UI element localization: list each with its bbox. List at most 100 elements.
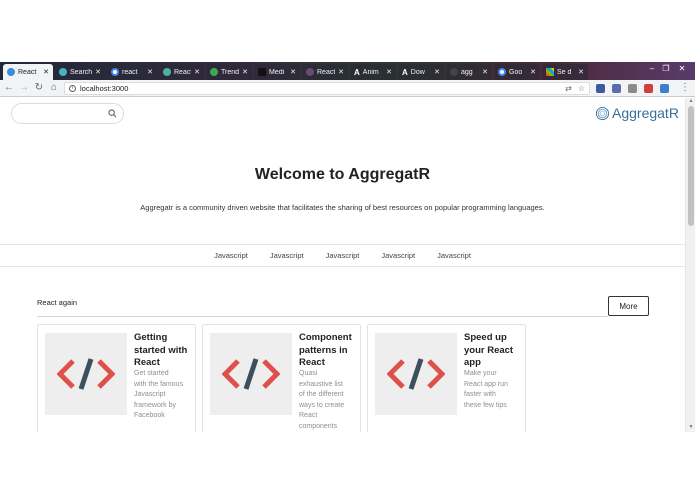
page-subtitle: Aggregatr is a community driven website … xyxy=(140,203,545,212)
tab-2[interactable]: react ✕ xyxy=(107,64,157,80)
logo-text: AggregatR xyxy=(612,105,679,121)
card-title[interactable]: Getting started with React xyxy=(134,332,196,370)
topic-link[interactable]: Javascript xyxy=(214,251,248,260)
translate-icon[interactable]: ⇄ xyxy=(565,84,572,93)
google-icon xyxy=(498,68,506,76)
extension-icon[interactable] xyxy=(660,84,669,93)
card-thumbnail xyxy=(210,333,292,415)
topic-link[interactable]: Javascript xyxy=(437,251,471,260)
section-divider xyxy=(37,316,608,317)
info-icon[interactable]: i xyxy=(69,85,76,92)
tab-label: React xyxy=(18,68,37,76)
reload-icon[interactable]: ↻ xyxy=(33,82,45,93)
tab-3[interactable]: React ✕ xyxy=(159,64,204,80)
scrollbar-thumb[interactable] xyxy=(688,106,694,226)
address-bar[interactable]: i localhost:3000 ⇄ ☆ xyxy=(64,82,590,95)
tab-7[interactable]: A Anim ✕ xyxy=(350,64,396,80)
tab-label: agg xyxy=(461,68,473,76)
topic-link[interactable]: Javascript xyxy=(381,251,415,260)
resource-card[interactable]: Speed up your React app Make your React … xyxy=(367,324,526,432)
close-icon[interactable]: ✕ xyxy=(338,68,344,76)
browser-toolbar: ← → ↻ ⌂ i localhost:3000 ⇄ ☆ ⋮ xyxy=(0,80,695,97)
maximize-icon[interactable]: ❐ xyxy=(659,64,673,73)
tab-0[interactable]: React ✕ xyxy=(3,64,53,80)
search-input[interactable] xyxy=(20,105,110,124)
topic-nav: Javascript Javascript Javascript Javascr… xyxy=(0,244,685,267)
card-description: Quasi exhaustive list of the different w… xyxy=(299,370,345,430)
a-icon: A xyxy=(402,68,408,77)
google-icon xyxy=(111,68,119,76)
url-text: localhost:3000 xyxy=(80,84,129,93)
logo-rings-icon xyxy=(595,106,610,120)
close-icon[interactable]: ✕ xyxy=(530,68,536,76)
search-tab-icon xyxy=(59,68,67,76)
tab-5[interactable]: Medi ✕ xyxy=(254,64,300,80)
close-icon[interactable]: ✕ xyxy=(482,68,488,76)
tab-9[interactable]: agg ✕ xyxy=(446,64,492,80)
windows-icon xyxy=(546,68,554,76)
react-icon xyxy=(306,68,314,76)
agg-icon xyxy=(450,68,458,76)
tab-label: Medi xyxy=(269,68,285,76)
tab-label: Search xyxy=(70,68,93,76)
more-button[interactable]: More xyxy=(608,296,649,316)
tab-6[interactable]: React ✕ xyxy=(302,64,348,80)
close-icon[interactable]: ✕ xyxy=(147,68,153,76)
site-logo[interactable]: AggregatR xyxy=(595,105,679,121)
bookmark-star-icon[interactable]: ☆ xyxy=(578,84,585,93)
close-window-icon[interactable]: ✕ xyxy=(675,64,689,73)
page-viewport: AggregatR Welcome to AggregatR Aggregatr… xyxy=(0,98,685,432)
search-icon[interactable] xyxy=(108,109,117,118)
tab-8[interactable]: A Dow ✕ xyxy=(398,64,444,80)
card-description: Get started with the famous Javascript f… xyxy=(134,370,184,419)
close-icon[interactable]: ✕ xyxy=(43,68,49,76)
tab-1[interactable]: Search ✕ xyxy=(55,64,105,80)
browser-window: React ✕ Search ✕ react ✕ React ✕ Trend ✕… xyxy=(0,62,695,432)
close-icon[interactable]: ✕ xyxy=(194,68,200,76)
trend-icon xyxy=(210,68,218,76)
extension-icon[interactable] xyxy=(596,84,605,93)
card-thumbnail xyxy=(45,333,127,415)
tab-11[interactable]: Se d ✕ xyxy=(542,64,588,80)
tab-label: React xyxy=(174,68,192,76)
card-title[interactable]: Component patterns in React xyxy=(299,332,361,370)
tab-label: Anim xyxy=(362,68,379,76)
a-icon: A xyxy=(354,68,360,77)
page-title: Welcome to AggregatR xyxy=(254,166,431,183)
page-scrollbar[interactable]: ▲ ▼ xyxy=(685,98,695,432)
card-thumbnail xyxy=(375,333,457,415)
topic-link[interactable]: Javascript xyxy=(326,251,360,260)
tab-4[interactable]: Trend ✕ xyxy=(206,64,252,80)
close-icon[interactable]: ✕ xyxy=(290,68,296,76)
close-icon[interactable]: ✕ xyxy=(95,68,101,76)
code-brackets-icon xyxy=(387,358,445,390)
minimize-icon[interactable]: – xyxy=(645,64,659,73)
tab-strip: React ✕ Search ✕ react ✕ React ✕ Trend ✕… xyxy=(0,62,695,80)
forward-icon[interactable]: → xyxy=(18,82,30,93)
card-description: Make your React app run faster with thes… xyxy=(464,370,508,409)
extension-icon[interactable] xyxy=(628,84,637,93)
code-brackets-icon xyxy=(222,358,280,390)
card-title[interactable]: Speed up your React app xyxy=(464,332,526,370)
close-icon[interactable]: ✕ xyxy=(242,68,248,76)
tab-label: Goo xyxy=(509,68,523,76)
tab-label: Trend xyxy=(221,68,240,76)
scroll-up-icon[interactable]: ▲ xyxy=(687,98,695,104)
section-title: React again xyxy=(37,298,78,307)
react-icon xyxy=(163,68,171,76)
close-icon[interactable]: ✕ xyxy=(434,68,440,76)
scroll-down-icon[interactable]: ▼ xyxy=(687,424,695,430)
search-box[interactable] xyxy=(11,103,124,124)
tab-10[interactable]: Goo ✕ xyxy=(494,64,540,80)
resource-card[interactable]: Getting started with React Get started w… xyxy=(37,324,196,432)
topic-link[interactable]: Javascript xyxy=(270,251,304,260)
menu-icon[interactable]: ⋮ xyxy=(679,82,691,93)
close-icon[interactable]: ✕ xyxy=(386,68,392,76)
resource-card[interactable]: Component patterns in React Quasi exhaus… xyxy=(202,324,361,432)
code-brackets-icon xyxy=(57,358,115,390)
extension-icon[interactable] xyxy=(644,84,653,93)
extension-icon[interactable] xyxy=(612,84,621,93)
home-icon[interactable]: ⌂ xyxy=(48,82,60,93)
close-icon[interactable]: ✕ xyxy=(578,68,584,76)
back-icon[interactable]: ← xyxy=(3,82,15,93)
